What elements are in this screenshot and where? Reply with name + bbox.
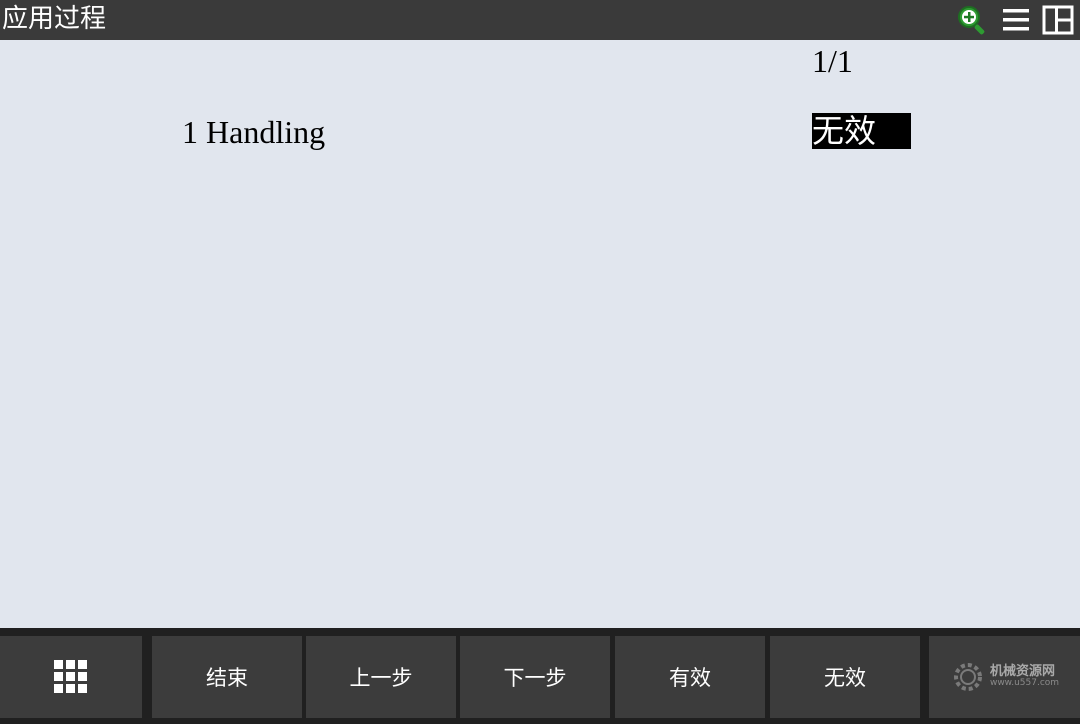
screen-title: 应用过程	[2, 4, 107, 34]
f6-key-watermark: 机械资源网 www.u557.com	[929, 636, 1080, 718]
menu-icon[interactable]	[998, 2, 1034, 38]
end-button[interactable]: 结束	[152, 636, 302, 718]
window-layout-icon[interactable]	[1040, 2, 1076, 38]
process-list-panel	[0, 40, 1080, 628]
title-bar: 应用过程	[0, 0, 1080, 40]
watermark: 机械资源网 www.u557.com	[950, 659, 1059, 695]
item-number: 1	[182, 114, 198, 150]
watermark-title: 机械资源网	[989, 663, 1055, 679]
function-key-bar: 结束 上一步 下一步 有效 无效 机械资源网 www.u557.com	[0, 628, 1080, 724]
item-status-selected[interactable]: 无效	[812, 113, 911, 149]
next-step-button[interactable]: 下一步	[460, 636, 610, 718]
enable-button[interactable]: 有效	[615, 636, 765, 718]
watermark-url: www.u557.com	[989, 678, 1060, 689]
item-name: Handling	[206, 114, 326, 150]
previous-step-button[interactable]: 上一步	[306, 636, 456, 718]
app-grid-icon	[54, 660, 87, 693]
disable-button[interactable]: 无效	[770, 636, 920, 718]
zoom-in-icon[interactable]	[954, 2, 990, 38]
page-indicator: 1/1	[812, 43, 853, 79]
gear-logo-icon	[953, 663, 982, 691]
app-grid-button[interactable]	[0, 636, 142, 718]
list-item[interactable]: 1 Handling	[182, 112, 325, 152]
